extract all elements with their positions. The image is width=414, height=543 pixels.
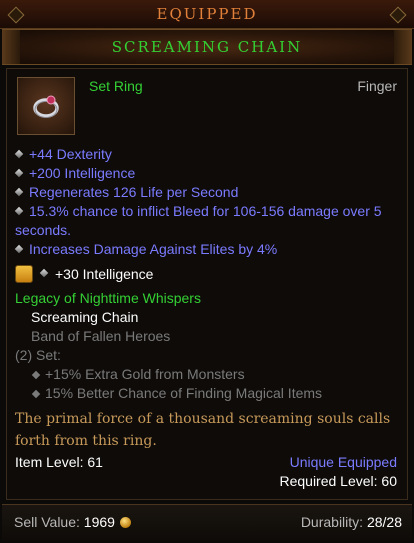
equipped-header: EQUIPPED — [0, 0, 414, 29]
banner-trim-right — [394, 30, 412, 64]
item-level: Item Level: 61 — [15, 454, 103, 470]
item-tooltip: EQUIPPED SCREAMING CHAIN Set Ring Finger… — [0, 0, 414, 543]
set-piece-missing: Band of Fallen Heroes — [31, 328, 171, 344]
diamond-bullet-icon — [31, 370, 41, 380]
affix-line: 15.3% chance to inflict Bleed for 106-15… — [14, 203, 382, 238]
affix-line: +44 Dexterity — [14, 145, 405, 164]
diamond-bullet-icon — [31, 389, 41, 399]
topaz-gem-icon — [15, 265, 33, 283]
durability-label: Durability: — [300, 514, 364, 530]
sell-value: Sell Value: 1969 — [14, 514, 131, 530]
diamond-bullet-icon — [14, 149, 24, 159]
set-bonus-line: 15% Better Chance of Finding Magical Ite… — [31, 385, 322, 401]
equipped-label: EQUIPPED — [156, 5, 258, 23]
diamond-bullet-icon — [14, 206, 24, 216]
set-bonus-line: +15% Extra Gold from Monsters — [31, 366, 245, 382]
socket-bonus: +30 Intelligence — [55, 266, 154, 282]
flavor-text: The primal force of a thousand screaming… — [15, 411, 391, 449]
durability: Durability: 28/28 — [301, 514, 402, 530]
set-bonus-header: (2) Set: — [15, 347, 61, 363]
banner-trim-left — [2, 30, 20, 64]
set-piece-owned: Screaming Chain — [31, 309, 139, 325]
ornament-left-icon — [7, 6, 25, 24]
ornament-right-icon — [389, 6, 407, 24]
item-type: Set Ring — [89, 78, 143, 94]
diamond-bullet-icon — [14, 168, 24, 178]
item-name-banner: SCREAMING CHAIN — [2, 29, 412, 65]
durability-value: 28/28 — [366, 514, 402, 530]
sell-label: Sell Value: — [14, 514, 80, 530]
affix-line: Increases Damage Against Elites by 4% — [14, 240, 405, 259]
affix-list: +44 Dexterity +200 Intelligence Regenera… — [14, 145, 405, 259]
tooltip-body: Set Ring Finger +44 Dexterity +200 Intel… — [6, 68, 408, 500]
sell-amount: 1969 — [83, 514, 115, 530]
unique-equipped: Unique Equipped — [289, 454, 397, 470]
diamond-bullet-icon — [39, 268, 49, 278]
gold-coin-icon — [119, 517, 131, 528]
diamond-bullet-icon — [14, 187, 24, 197]
item-icon-frame — [17, 77, 75, 135]
socket-row: +30 Intelligence — [15, 265, 315, 285]
tooltip-footer: Sell Value: 1969 Durability: 28/28 — [2, 504, 412, 541]
required-level: Required Level: 60 — [279, 473, 397, 489]
affix-line: Regenerates 126 Life per Second — [14, 183, 405, 202]
ring-icon — [33, 95, 59, 118]
set-name: Legacy of Nighttime Whispers — [15, 290, 201, 306]
affix-line: +200 Intelligence — [14, 164, 405, 183]
diamond-bullet-icon — [14, 244, 24, 254]
item-slot: Finger — [357, 78, 397, 94]
item-name: SCREAMING CHAIN — [111, 38, 303, 56]
